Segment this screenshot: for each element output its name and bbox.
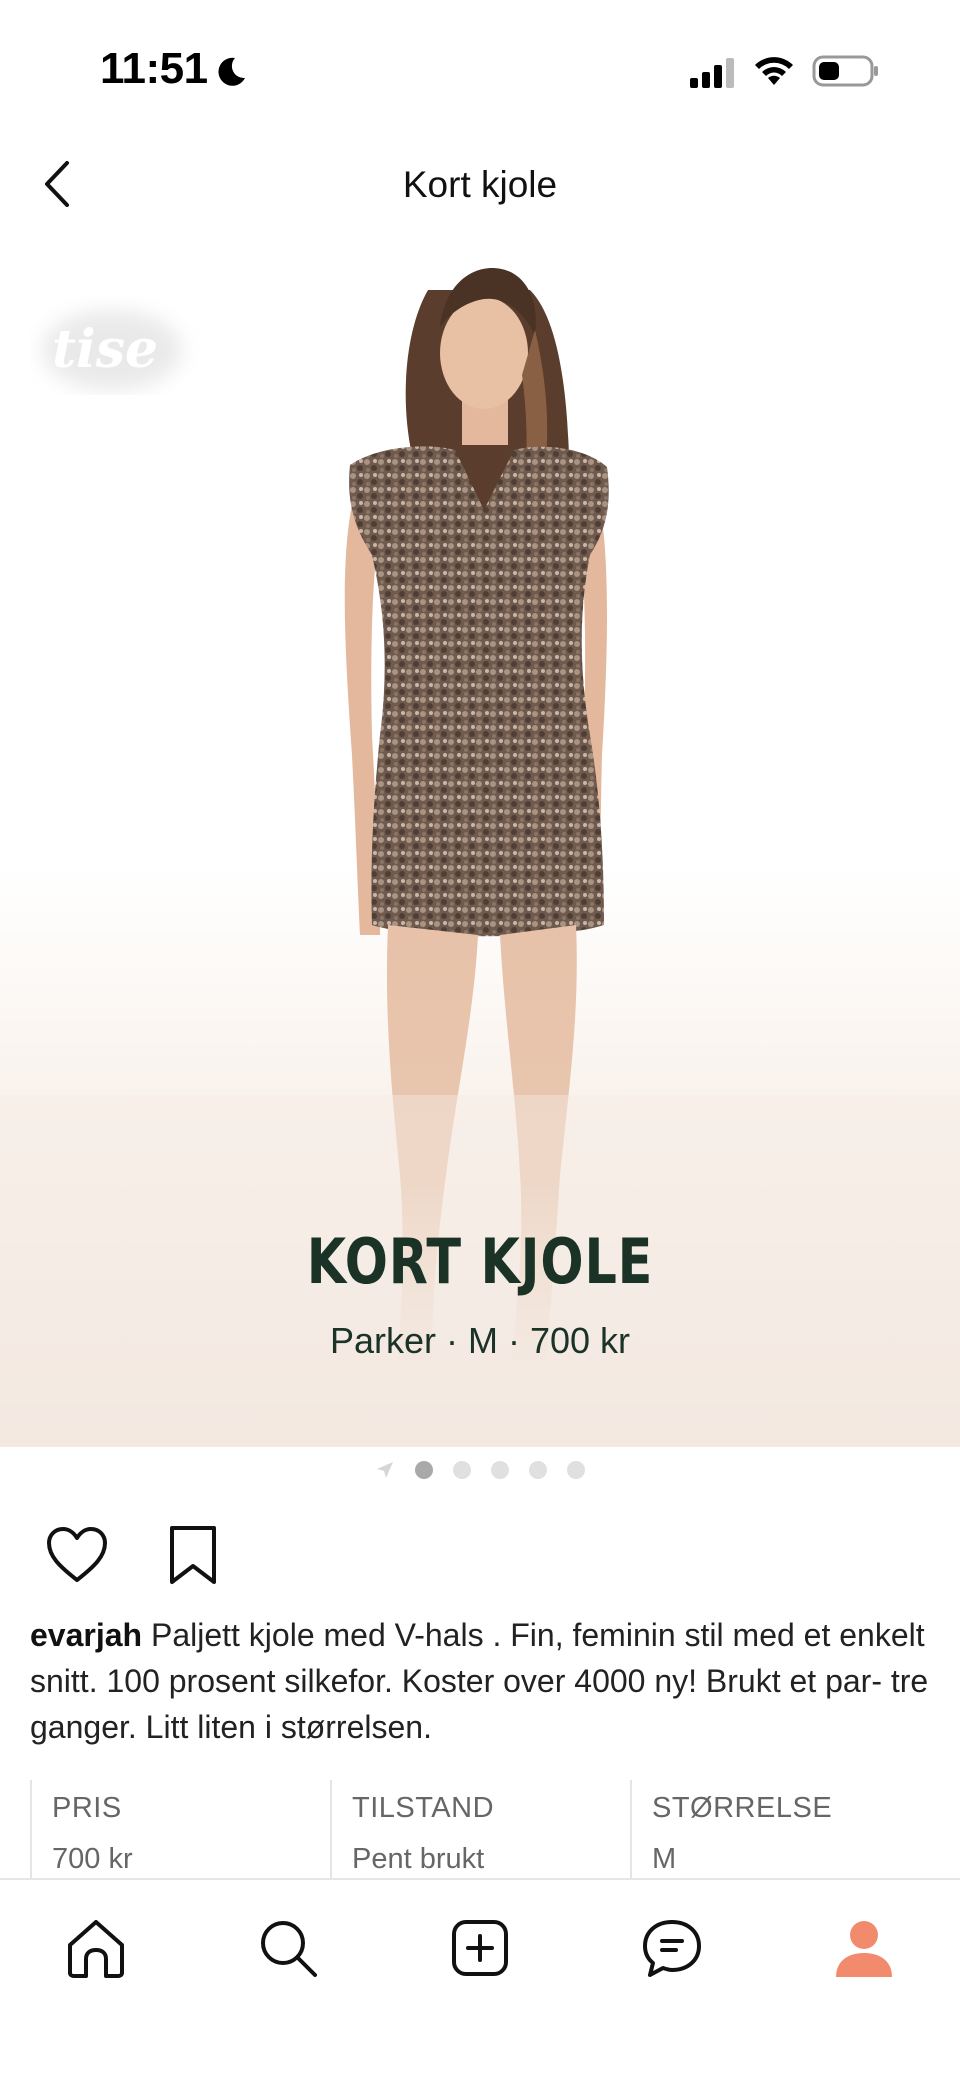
tab-add[interactable] [440, 1908, 520, 1988]
svg-text:tise: tise [52, 319, 158, 380]
info-price: PRIS 700 kr [30, 1780, 330, 1880]
heart-icon [47, 1527, 107, 1582]
pager-dot[interactable] [491, 1461, 509, 1479]
product-image[interactable]: tise KORT KJOLE Parker · M · 700 kr [0, 235, 960, 1447]
status-bar: 11:51 [0, 0, 960, 140]
wifi-icon [755, 57, 793, 85]
tab-messages[interactable] [632, 1908, 712, 1988]
pager-dot[interactable] [529, 1461, 547, 1479]
add-icon [452, 1920, 508, 1976]
info-value: M [652, 1843, 677, 1875]
signal-icon [690, 58, 734, 88]
status-time: 11:51 [100, 44, 208, 93]
pager-dot[interactable] [453, 1461, 471, 1479]
post-actions [44, 1522, 226, 1592]
product-info-grid: PRIS 700 kr TILSTAND Pent brukt STØRRELS… [30, 1780, 930, 1880]
profile-icon [836, 1921, 892, 1977]
info-condition: TILSTAND Pent brukt [330, 1780, 630, 1880]
seller-username[interactable]: evarjah [30, 1617, 142, 1653]
tise-logo: tise [42, 310, 182, 390]
nav-bar: Kort kjole [0, 140, 960, 235]
info-label: PRIS [52, 1792, 122, 1824]
location-arrow-icon [377, 1462, 393, 1478]
tab-home[interactable] [56, 1908, 136, 1988]
info-size: STØRRELSE M [630, 1780, 930, 1880]
home-icon [68, 1920, 124, 1978]
messages-icon [643, 1920, 701, 1977]
info-label: STØRRELSE [652, 1792, 833, 1824]
info-value: 700 kr [52, 1843, 133, 1875]
search-icon [261, 1921, 317, 1977]
tab-profile[interactable] [824, 1908, 904, 1988]
product-subtitle-overlay: Parker · M · 700 kr [329, 1320, 631, 1361]
like-button[interactable] [44, 1522, 110, 1588]
info-value: Pent brukt [352, 1843, 485, 1875]
product-title-overlay: KORT KJOLE [306, 1225, 654, 1298]
pager-dot[interactable] [567, 1461, 585, 1479]
battery-icon [812, 55, 878, 87]
description-text: Paljett kjole med V-hals . Fin, feminin … [30, 1617, 929, 1745]
info-label: TILSTAND [352, 1792, 495, 1824]
page-title: Kort kjole [402, 164, 558, 205]
moon-icon [218, 57, 245, 86]
pager-dot[interactable] [415, 1461, 433, 1479]
save-button[interactable] [160, 1522, 226, 1588]
bottom-tab-bar [0, 1878, 960, 2081]
image-pager [0, 1455, 960, 1485]
tab-search[interactable] [248, 1908, 328, 1988]
bookmark-icon [170, 1526, 216, 1584]
product-description: evarjah Paljett kjole med V-hals . Fin, … [30, 1612, 940, 1750]
